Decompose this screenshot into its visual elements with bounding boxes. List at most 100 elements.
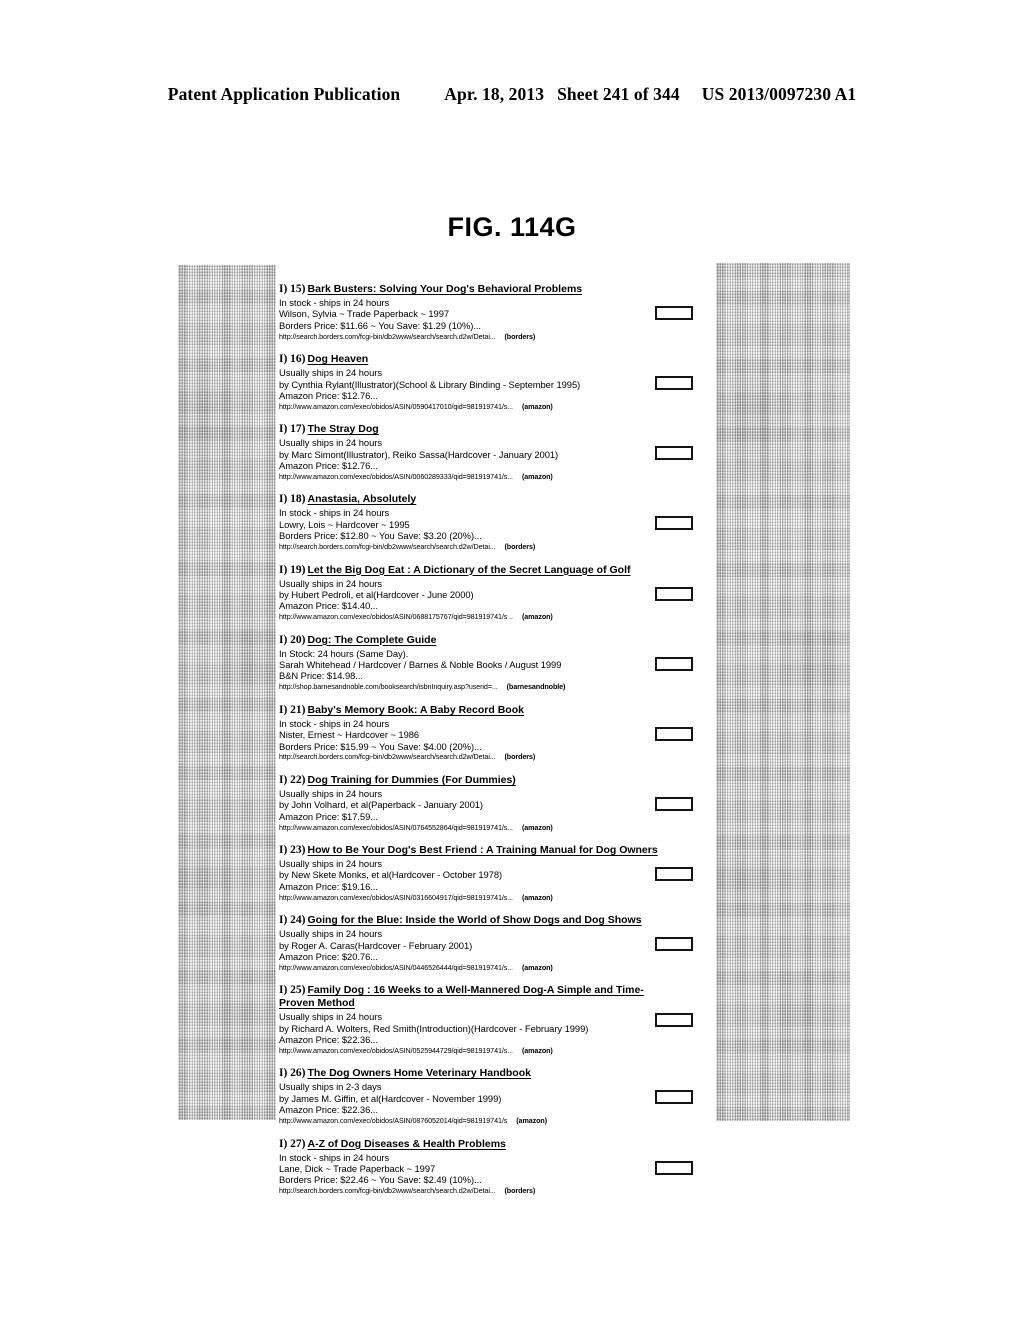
result-title-row: I) 19) Let the Big Dog Eat : A Dictionary…	[279, 564, 679, 577]
result-price: Amazon Price: $19.16...	[279, 880, 378, 892]
result-availability: In stock - ships in 24 hours	[279, 1151, 390, 1163]
result-source: (borders)	[504, 1186, 536, 1196]
result-url[interactable]: http://shop.barnesandnoble.com/booksearc…	[279, 682, 498, 691]
result-title-row: I) 16) Dog Heaven	[279, 353, 679, 366]
result-author: Sarah Whitehead / Hardcover / Barnes & N…	[279, 659, 562, 671]
publication-date: Apr. 18, 2013	[444, 84, 545, 104]
result-title-link[interactable]: Baby's Memory Book: A Baby Record Book	[308, 704, 524, 716]
result-url-row: http://www.amazon.com/exec/obidos/ASIN/0…	[279, 472, 679, 482]
result-select-checkbox[interactable]	[655, 516, 693, 530]
result-source: (amazon)	[521, 962, 553, 972]
result-select-checkbox[interactable]	[655, 727, 693, 741]
result-title-link[interactable]: The Stray Dog	[308, 423, 379, 435]
result-title-row: I) 15) Bark Busters: Solving Your Dog's B…	[279, 283, 679, 296]
result-availability: In stock - ships in 24 hours	[279, 507, 390, 519]
result-url-row: http://www.amazon.com/exec/obidos/ASIN/0…	[279, 963, 679, 973]
result-url[interactable]: http://www.amazon.com/exec/obidos/ASIN/0…	[279, 1046, 513, 1055]
result-url[interactable]: http://www.amazon.com/exec/obidos/ASIN/0…	[279, 963, 513, 972]
result-price: Amazon Price: $14.40...	[279, 600, 378, 612]
result-price: Borders Price: $11.66 ~ You Save: $1.29 …	[279, 319, 481, 331]
result-title-row: I) 22) Dog Training for Dummies (For Dumm…	[279, 774, 679, 787]
result-select-checkbox[interactable]	[655, 867, 693, 881]
result-source: (amazon)	[521, 1045, 553, 1055]
result-url-row: http://search.borders.com/fcgi-bin/db2ww…	[279, 752, 679, 762]
result-index: I) 22)	[279, 773, 306, 786]
result-select-checkbox[interactable]	[655, 657, 693, 671]
search-result-item: I) 16) Dog Heaven Usually ships in 24 hour…	[279, 353, 679, 412]
publication-title: Patent Application Publication	[167, 84, 401, 104]
search-result-item: I) 26) The Dog Owners Home Veterinary Han…	[279, 1067, 679, 1126]
result-url-row: http://www.amazon.com/exec/obidos/ASIN/0…	[279, 1116, 679, 1126]
result-availability: Usually ships in 24 hours	[279, 787, 382, 799]
result-url-row: http://search.borders.com/fcgi-bin/db2ww…	[279, 332, 679, 342]
result-author: by Marc Simont(Illustrator), Reiko Sassa…	[279, 448, 559, 460]
result-url-row: http://www.amazon.com/exec/obidos/ASIN/0…	[279, 1046, 679, 1056]
result-url[interactable]: http://search.borders.com/fcgi-bin/db2ww…	[279, 1186, 496, 1195]
result-url-row: http://shop.barnesandnoble.com/booksearc…	[279, 682, 679, 692]
result-title-row: I) 24) Going for the Blue: Inside the Wor…	[279, 914, 679, 927]
result-url[interactable]: http://www.amazon.com/exec/obidos/ASIN/0…	[279, 472, 513, 481]
result-title-link[interactable]: Dog Training for Dummies (For Dummies)	[308, 774, 516, 786]
result-title-link[interactable]: Going for the Blue: Inside the World of …	[308, 914, 642, 926]
sheet-number: Sheet 241 of 344	[557, 84, 680, 104]
result-url-row: http://www.amazon.com/exec/obidos/ASIN/0…	[279, 893, 679, 903]
result-index: I) 26)	[279, 1067, 306, 1080]
result-author: by Cynthia Rylant(Illustrator)(School & …	[279, 378, 581, 390]
scan-texture-right	[716, 263, 850, 1121]
result-author: Lowry, Lois ~ Hardcover ~ 1995	[279, 518, 410, 530]
result-select-checkbox[interactable]	[655, 1090, 693, 1104]
result-source: (borders)	[504, 752, 536, 762]
result-select-checkbox[interactable]	[655, 446, 693, 460]
result-source: (amazon)	[521, 471, 553, 481]
result-index: I) 17)	[279, 423, 306, 436]
result-url[interactable]: http://www.amazon.com/exec/obidos/ASIN/0…	[279, 1116, 507, 1125]
result-author: Wilson, Sylvia ~ Trade Paperback ~ 1997	[279, 308, 450, 320]
result-title-row: I) 21) Baby's Memory Book: A Baby Record …	[279, 704, 679, 717]
result-index: I) 21)	[279, 703, 306, 716]
result-title-link[interactable]: Anastasia, Absolutely	[308, 493, 417, 505]
result-title-link[interactable]: How to Be Your Dog's Best Friend : A Tra…	[308, 844, 658, 856]
result-title-row: I) 26) The Dog Owners Home Veterinary Han…	[279, 1067, 679, 1080]
result-source: (barnesandnoble)	[506, 682, 566, 692]
result-title-link[interactable]: Bark Busters: Solving Your Dog's Behavio…	[308, 283, 583, 295]
figure-label: FIG. 114G	[447, 212, 577, 242]
result-select-checkbox[interactable]	[655, 937, 693, 951]
search-result-item: I) 19) Let the Big Dog Eat : A Dictionary…	[279, 564, 679, 623]
result-url-row: http://www.amazon.com/exec/obidos/ASIN/0…	[279, 612, 679, 622]
result-select-checkbox[interactable]	[655, 587, 693, 601]
result-url[interactable]: http://www.amazon.com/exec/obidos/ASIN/0…	[279, 823, 513, 832]
result-title-link[interactable]: Dog Heaven	[308, 353, 369, 365]
result-author: Nister, Ernest ~ Hardcover ~ 1986	[279, 729, 420, 741]
search-results-list: I) 15) Bark Busters: Solving Your Dog's B…	[279, 283, 679, 1208]
result-availability: Usually ships in 24 hours	[279, 858, 382, 869]
result-author: Lane, Dick ~ Trade Paperback ~ 1997	[279, 1162, 436, 1174]
result-url[interactable]: http://search.borders.com/fcgi-bin/db2ww…	[279, 332, 496, 341]
result-source: (amazon)	[521, 612, 553, 622]
result-select-checkbox[interactable]	[655, 797, 693, 811]
result-price: Amazon Price: $12.76...	[279, 460, 378, 472]
result-availability: In Stock: 24 hours (Same Day).	[279, 647, 409, 659]
result-title-link[interactable]: The Dog Owners Home Veterinary Handbook	[308, 1067, 531, 1079]
result-url[interactable]: http://www.amazon.com/exec/obidos/ASIN/0…	[279, 612, 513, 621]
result-title-link[interactable]: Family Dog : 16 Weeks to a Well-Mannered…	[279, 984, 644, 1009]
search-result-item: I) 21) Baby's Memory Book: A Baby Record …	[279, 704, 679, 763]
result-select-checkbox[interactable]	[655, 376, 693, 390]
search-result-item: I) 20) Dog: The Complete Guide In Stock: 2…	[279, 634, 679, 693]
result-url-row: http://www.amazon.com/exec/obidos/ASIN/0…	[279, 402, 679, 412]
result-url[interactable]: http://www.amazon.com/exec/obidos/ASIN/0…	[279, 893, 513, 902]
result-price: Borders Price: $15.99 ~ You Save: $4.00 …	[279, 740, 482, 752]
result-select-checkbox[interactable]	[655, 306, 693, 320]
result-index: I) 20)	[279, 633, 306, 646]
result-source: (borders)	[504, 542, 536, 552]
result-title-link[interactable]: Let the Big Dog Eat : A Dictionary of th…	[308, 564, 631, 576]
result-select-checkbox[interactable]	[655, 1013, 693, 1027]
search-result-item: I) 17) The Stray Dog Usually ships in 24 h…	[279, 423, 679, 482]
result-title-link[interactable]: A-Z of Dog Diseases & Health Problems	[308, 1138, 506, 1150]
result-url[interactable]: http://www.amazon.com/exec/obidos/ASIN/0…	[279, 402, 513, 411]
result-index: I) 16)	[279, 353, 306, 366]
result-select-checkbox[interactable]	[655, 1161, 693, 1175]
result-url[interactable]: http://search.borders.com/fcgi-bin/db2ww…	[279, 542, 496, 551]
result-url[interactable]: http://search.borders.com/fcgi-bin/db2ww…	[279, 752, 496, 761]
result-title-link[interactable]: Dog: The Complete Guide	[308, 634, 437, 646]
result-source: (borders)	[504, 331, 536, 341]
